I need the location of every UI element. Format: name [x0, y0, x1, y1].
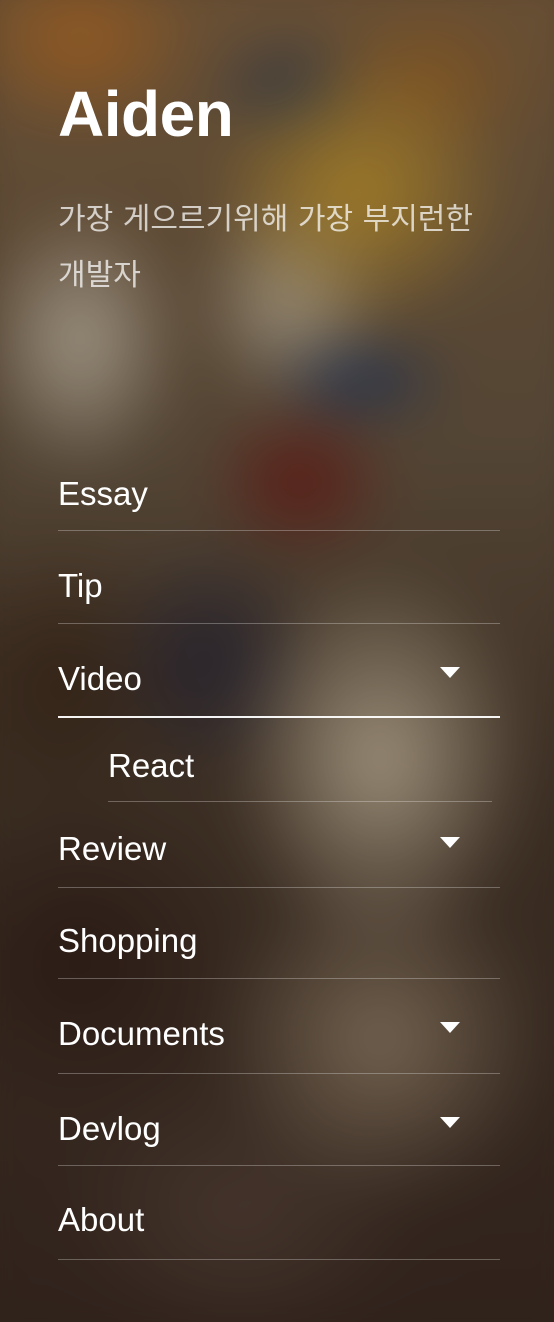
menu-item-video[interactable]: Video [58, 624, 500, 718]
menu-item-label[interactable]: Tip [58, 569, 103, 602]
menu-item-label[interactable]: Review [58, 832, 166, 865]
menu-item-label[interactable]: React [108, 749, 194, 782]
menu-item-label[interactable]: About [58, 1203, 144, 1236]
menu-item-label[interactable]: Essay [58, 477, 148, 510]
menu-item-devlog[interactable]: Devlog [58, 1074, 500, 1166]
menu-item-label[interactable]: Shopping [58, 924, 197, 957]
menu-item-tip[interactable]: Tip [58, 531, 500, 624]
menu-item-shopping[interactable]: Shopping [58, 888, 500, 979]
menu-item-label[interactable]: Video [58, 662, 142, 695]
menu-item-label[interactable]: Devlog [58, 1112, 161, 1145]
sidebar: Aiden 가장 게으르기위해 가장 부지런한 개발자 Essay Tip Vi… [0, 0, 554, 1322]
site-description: 가장 게으르기위해 가장 부지런한 개발자 [58, 202, 474, 293]
site-title[interactable]: Aiden [58, 82, 234, 146]
chevron-down-icon[interactable] [440, 1022, 460, 1033]
chevron-down-icon[interactable] [440, 837, 460, 848]
chevron-down-icon[interactable] [440, 1117, 460, 1128]
chevron-down-icon[interactable] [440, 667, 460, 678]
submenu-item-react[interactable]: React [108, 718, 492, 802]
menu-item-label[interactable]: Documents [58, 1017, 225, 1050]
menu-item-essay[interactable]: Essay [58, 455, 500, 531]
menu-item-about[interactable]: About [58, 1166, 500, 1260]
menu-item-documents[interactable]: Documents [58, 979, 500, 1074]
menu-item-review[interactable]: Review [58, 802, 500, 888]
